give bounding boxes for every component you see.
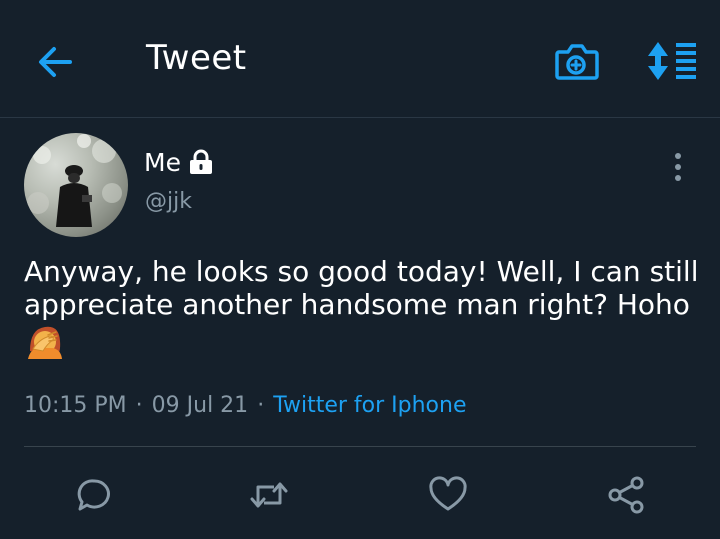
page-title: Tweet — [146, 38, 247, 78]
retweet-icon — [250, 482, 288, 508]
tweet-body: Anyway, he looks so good today! Well, I … — [24, 255, 704, 366]
lock-icon — [189, 149, 212, 174]
top-app-bar: Tweet — [0, 0, 720, 118]
author-row: Me — [144, 147, 213, 177]
more-options-button[interactable] — [668, 152, 688, 182]
back-button[interactable] — [34, 42, 78, 82]
avatar-photo — [27, 134, 122, 227]
share-icon — [608, 476, 644, 514]
like-icon — [429, 476, 467, 511]
retweet-button[interactable] — [249, 475, 289, 515]
reply-button[interactable] — [74, 475, 114, 515]
sort-list-icon — [648, 42, 696, 80]
tweet-time: 10:15 PM — [24, 393, 127, 418]
more-vertical-icon — [675, 153, 681, 181]
reply-icon — [77, 479, 110, 511]
arrow-left-icon — [39, 47, 72, 77]
camera-add-icon — [555, 44, 599, 80]
tweet-date: 09 Jul 21 — [151, 393, 249, 418]
tweet-source-link[interactable]: Twitter for Iphone — [273, 393, 466, 418]
avatar[interactable] — [24, 133, 128, 237]
sort-button[interactable] — [644, 40, 698, 82]
tweet-meta: 10:15 PM · 09 Jul 21 · Twitter for Iphon… — [24, 393, 467, 418]
share-button[interactable] — [606, 475, 646, 515]
author-handle[interactable]: @jjk — [145, 189, 192, 214]
author-name[interactable]: Me — [144, 148, 181, 177]
divider — [24, 446, 696, 447]
tweet-text: Anyway, he looks so good today! Well, I … — [24, 255, 699, 321]
facepalm-emoji — [24, 321, 64, 366]
add-photo-button[interactable] — [553, 40, 599, 82]
meta-separator: · — [257, 393, 265, 418]
meta-separator: · — [135, 393, 143, 418]
like-button[interactable] — [428, 475, 468, 515]
